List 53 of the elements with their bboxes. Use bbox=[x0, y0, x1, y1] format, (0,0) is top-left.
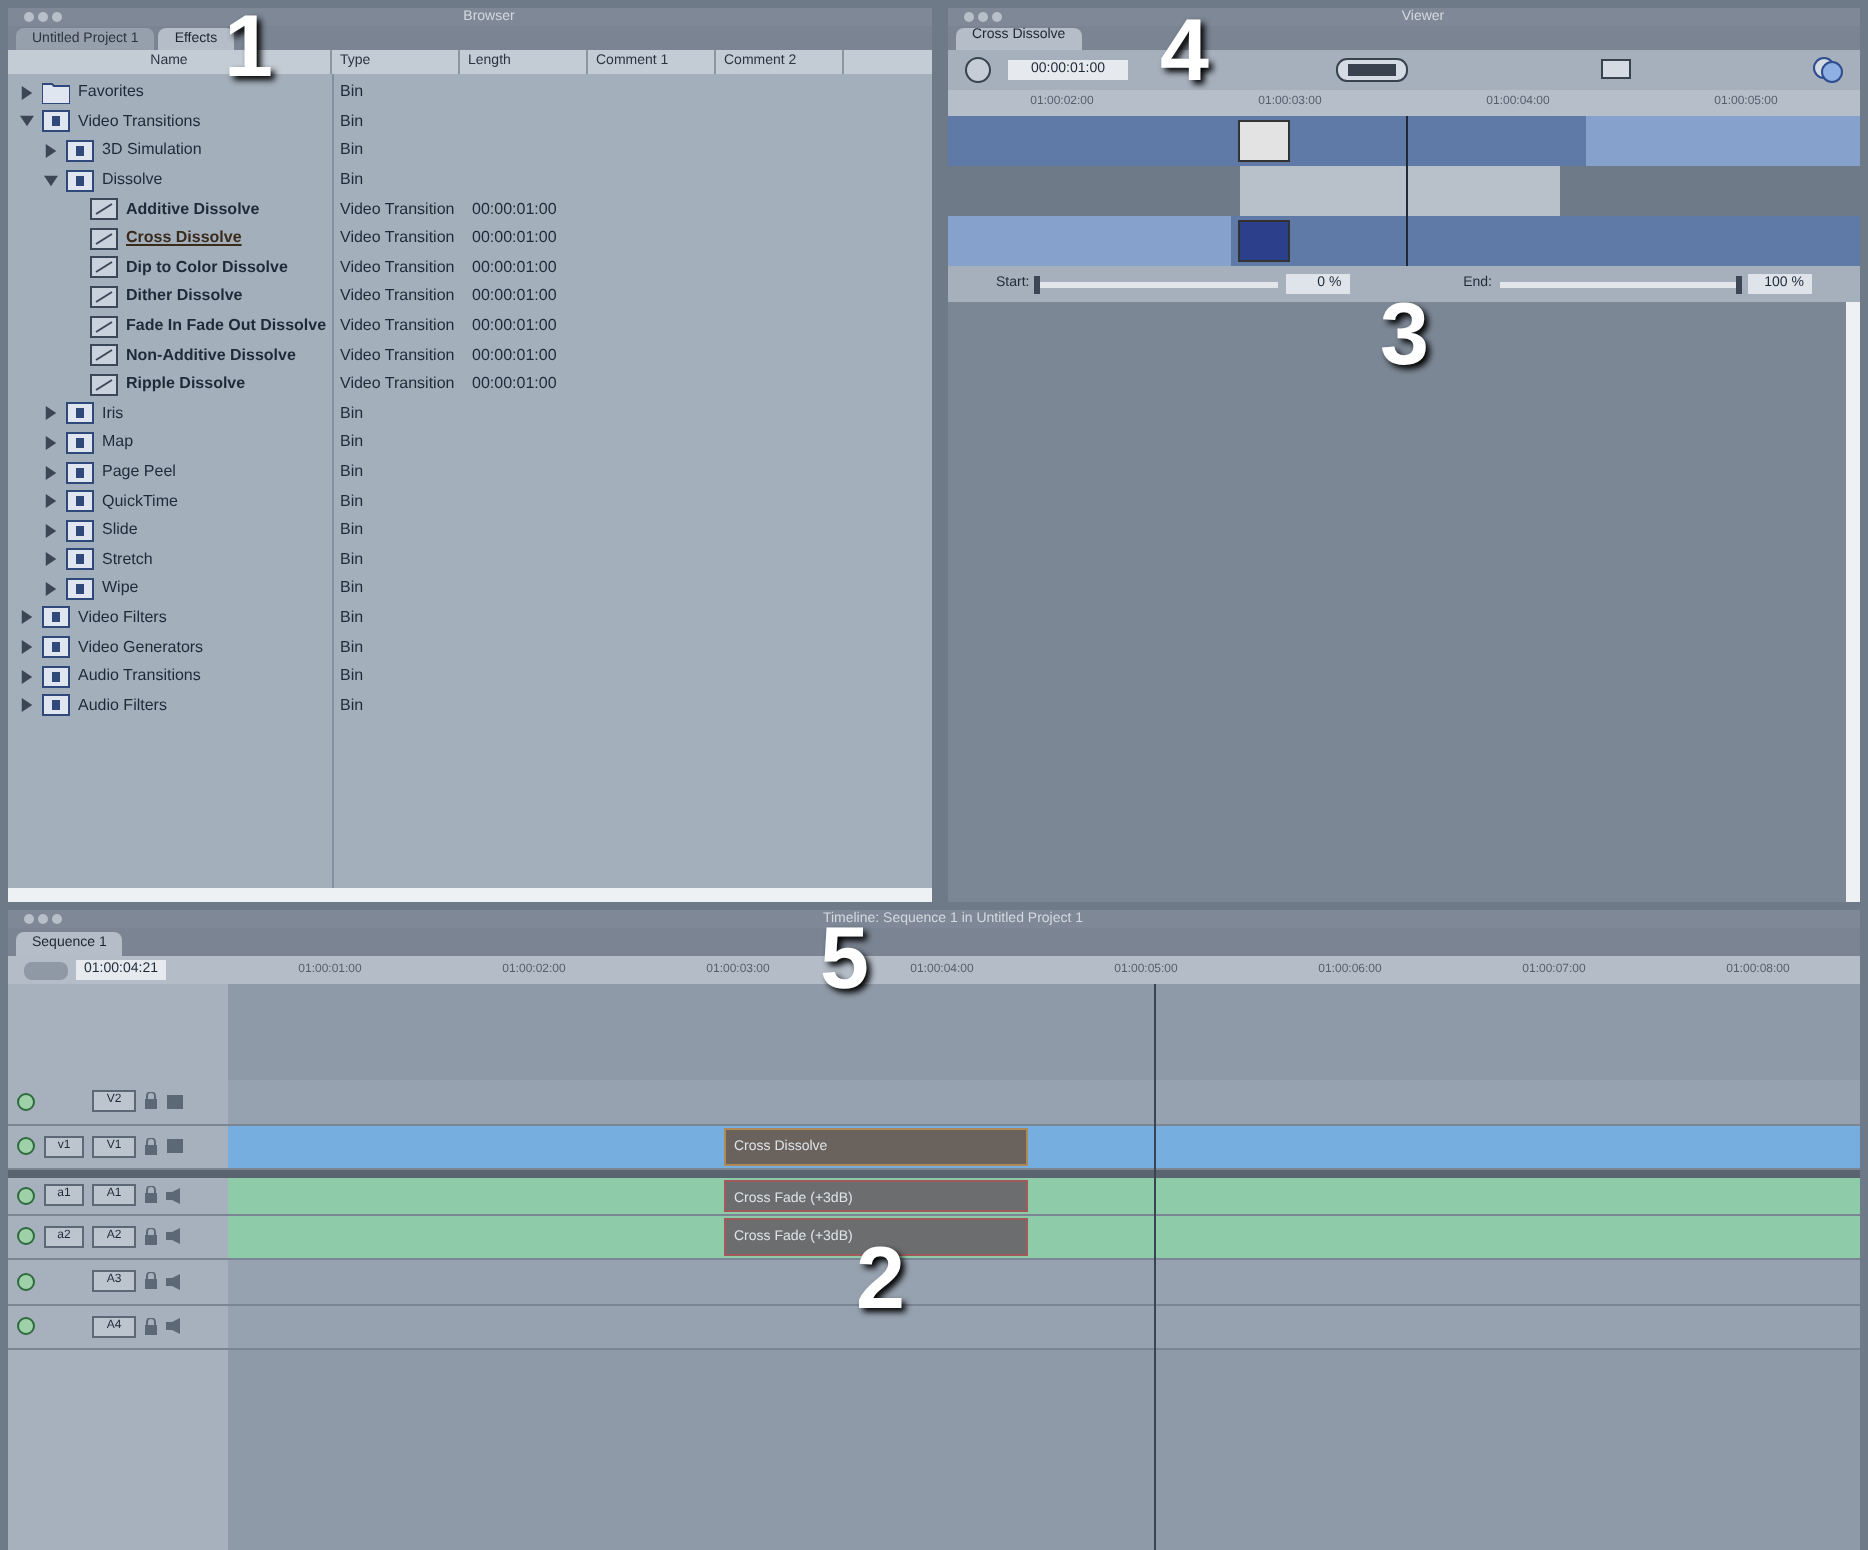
item-name[interactable]: Dissolve bbox=[102, 168, 163, 193]
item-length: 00:00:01:00 bbox=[472, 199, 557, 218]
item-type: Bin bbox=[338, 80, 366, 105]
item-name[interactable]: QuickTime bbox=[102, 489, 178, 514]
item-name[interactable]: Video Filters bbox=[78, 605, 167, 630]
item-length: 00:00:01:00 bbox=[472, 257, 557, 276]
item-name[interactable]: Ripple Dissolve bbox=[126, 372, 246, 397]
item-name[interactable]: Cross Dissolve bbox=[126, 226, 242, 251]
item-name[interactable]: Page Peel bbox=[102, 460, 176, 485]
item-type: Video Transition bbox=[338, 197, 457, 222]
item-name[interactable]: Fade In Fade Out Dissolve bbox=[126, 314, 327, 339]
item-name[interactable]: Audio Filters bbox=[78, 693, 167, 718]
item-type: Video Transition bbox=[338, 226, 457, 251]
item-name[interactable]: Favorites bbox=[78, 80, 144, 105]
item-name[interactable]: Wipe bbox=[102, 576, 139, 601]
item-type: Video Transition bbox=[338, 372, 457, 397]
item-name[interactable]: Iris bbox=[102, 401, 124, 426]
item-type: Video Transition bbox=[338, 255, 457, 280]
item-type: Bin bbox=[338, 168, 366, 193]
item-length: 00:00:01:00 bbox=[472, 345, 557, 364]
item-name[interactable]: Video Generators bbox=[78, 635, 204, 660]
callout-number: 4 bbox=[1160, 8, 1209, 96]
item-type: Bin bbox=[338, 460, 366, 485]
item-type: Bin bbox=[338, 518, 366, 543]
item-length: 00:00:01:00 bbox=[472, 316, 557, 335]
item-length: 00:00:01:00 bbox=[472, 286, 557, 305]
item-length: 00:00:01:00 bbox=[472, 374, 557, 393]
item-name[interactable]: Dip to Color Dissolve bbox=[126, 255, 288, 280]
item-type: Bin bbox=[338, 430, 366, 455]
item-name[interactable]: Video Transitions bbox=[78, 109, 201, 134]
item-name[interactable]: Non-Additive Dissolve bbox=[126, 343, 296, 368]
item-type: Bin bbox=[338, 576, 366, 601]
item-type: Video Transition bbox=[338, 343, 457, 368]
item-name[interactable]: Slide bbox=[102, 518, 138, 543]
item-name[interactable]: Stretch bbox=[102, 547, 153, 572]
item-type: Bin bbox=[338, 664, 366, 689]
item-length: 00:00:01:00 bbox=[472, 228, 557, 247]
item-type: Bin bbox=[338, 109, 366, 134]
item-type: Bin bbox=[338, 547, 366, 572]
item-type: Video Transition bbox=[338, 314, 457, 339]
item-name[interactable]: 3D Simulation bbox=[102, 138, 202, 163]
item-type: Bin bbox=[338, 138, 366, 163]
item-name[interactable]: Dither Dissolve bbox=[126, 284, 243, 309]
item-name[interactable]: Map bbox=[102, 430, 134, 455]
item-type: Bin bbox=[338, 635, 366, 660]
item-type: Bin bbox=[338, 401, 366, 426]
callout-number: 3 bbox=[1380, 292, 1429, 380]
item-type: Bin bbox=[338, 605, 366, 630]
item-type: Video Transition bbox=[338, 284, 457, 309]
item-type: Bin bbox=[338, 693, 366, 718]
item-type: Bin bbox=[338, 489, 366, 514]
item-name[interactable]: Additive Dissolve bbox=[126, 197, 260, 222]
item-name[interactable]: Audio Transitions bbox=[78, 664, 201, 689]
